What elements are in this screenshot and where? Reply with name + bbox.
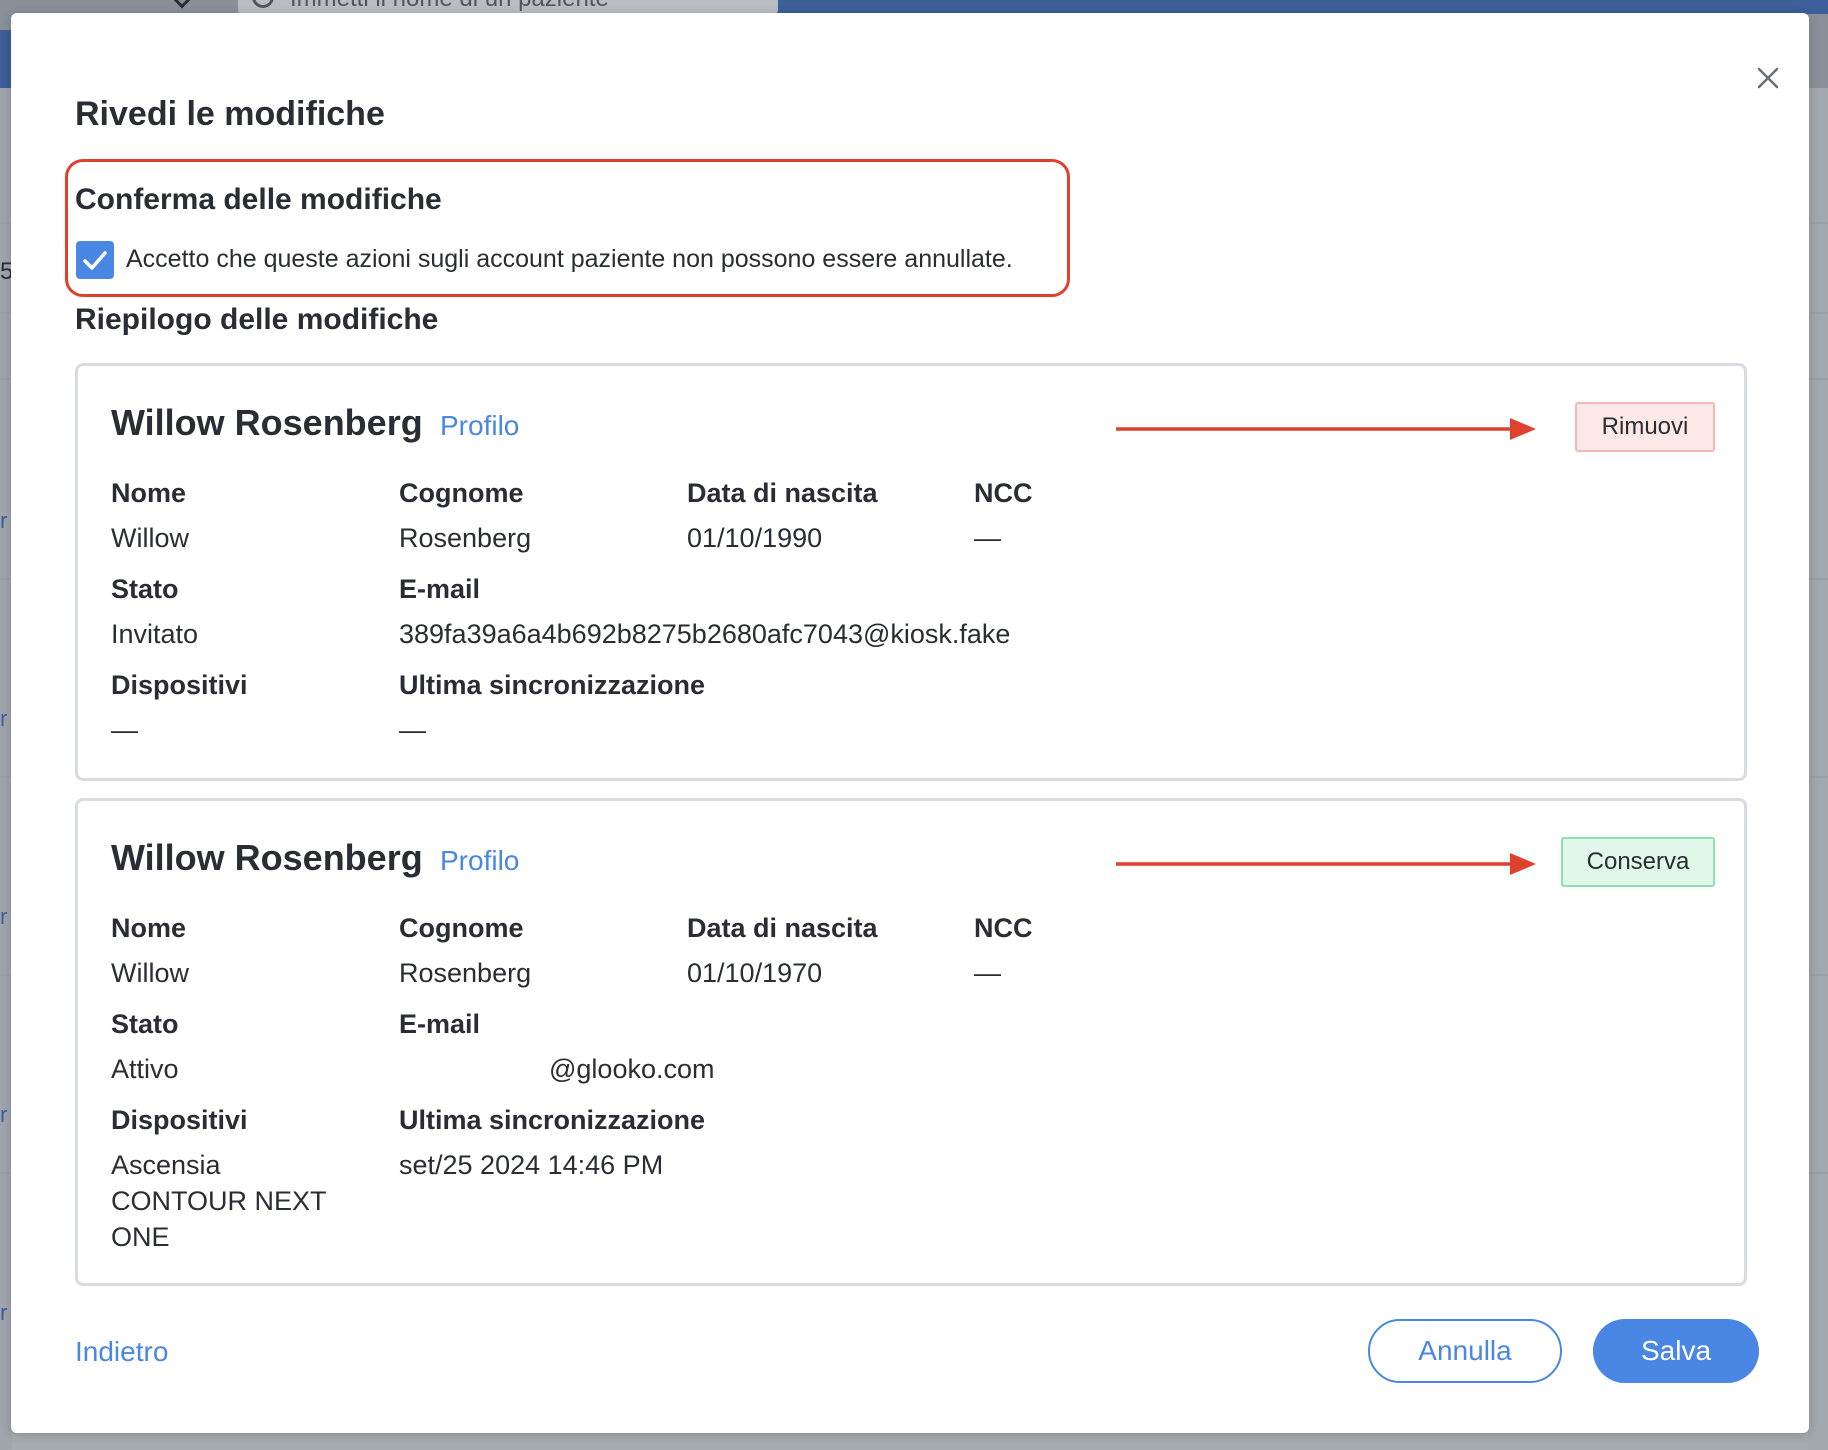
last-name-value: Rosenberg: [399, 523, 532, 553]
ncc-value: —: [974, 958, 1001, 988]
last-name-value: Rosenberg: [399, 958, 532, 988]
patient-name: Willow Rosenberg: [111, 837, 423, 878]
status-label: Stato: [111, 574, 179, 604]
email-label: E-mail: [399, 1009, 481, 1039]
annotation-arrow-icon: [1116, 416, 1536, 442]
email-value: @glooko.com: [549, 1054, 715, 1084]
profile-link[interactable]: Profilo: [440, 410, 519, 442]
last-sync-value: —: [399, 715, 426, 745]
background-header-strip: [777, 0, 1828, 14]
background-right-column: [1808, 88, 1828, 1450]
confirm-section-title: Conferma delle modifiche: [75, 183, 442, 216]
background-search-input: Immetti il nome di un paziente: [238, 0, 778, 14]
annotation-arrow-icon: [1116, 851, 1536, 877]
background-link-fragment: r: [0, 1102, 8, 1127]
first-name-value: Willow: [111, 958, 189, 988]
patient-name: Willow Rosenberg: [111, 402, 423, 443]
last-sync-label: Ultima sincronizzazione: [399, 670, 706, 700]
chevron-down-icon: [173, 0, 191, 9]
search-icon: [252, 0, 274, 8]
confirm-highlight-box: [65, 159, 1070, 297]
dialog-title: Rivedi le modifiche: [75, 95, 385, 133]
remove-button[interactable]: Rimuovi: [1575, 402, 1715, 452]
background-search-placeholder: Immetti il nome di un paziente: [290, 0, 609, 12]
close-icon: [1757, 67, 1779, 89]
last-sync-label: Ultima sincronizzazione: [399, 1105, 706, 1135]
close-button[interactable]: [1751, 61, 1785, 95]
background-link-fragment: r: [0, 508, 8, 533]
last-name-label: Cognome: [399, 478, 524, 508]
ncc-label: NCC: [974, 478, 1033, 508]
cancel-button[interactable]: Annulla: [1368, 1319, 1562, 1383]
summary-section-title: Riepilogo delle modifiche: [75, 303, 439, 336]
devices-label: Dispositivi: [111, 670, 248, 700]
status-value: Invitato: [111, 619, 199, 649]
patient-card-keep: Willow Rosenberg Profilo Conserva Nome C…: [75, 798, 1747, 1286]
profile-link[interactable]: Profilo: [440, 845, 519, 877]
email-value: 389fa39a6a4b692b8275b2680afc7043@kiosk.f…: [399, 619, 1011, 649]
last-sync-value: set/25 2024 14:46 PM: [399, 1150, 664, 1180]
devices-value: Ascensia CONTOUR NEXT ONE: [111, 1150, 327, 1252]
ncc-value: —: [974, 523, 1001, 553]
email-label: E-mail: [399, 574, 481, 604]
status-value: Attivo: [111, 1054, 179, 1084]
status-label: Stato: [111, 1009, 179, 1039]
background-link-fragment: r: [0, 904, 8, 929]
first-name-value: Willow: [111, 523, 189, 553]
dob-label: Data di nascita: [687, 913, 878, 943]
accept-checkbox[interactable]: [76, 241, 114, 279]
devices-label: Dispositivi: [111, 1105, 248, 1135]
ncc-label: NCC: [974, 913, 1033, 943]
devices-value: —: [111, 715, 138, 745]
background-link-fragment: r: [0, 706, 8, 731]
back-link[interactable]: Indietro: [75, 1336, 168, 1368]
patient-card-remove: Willow Rosenberg Profilo Rimuovi Nome Co…: [75, 363, 1747, 781]
dob-label: Data di nascita: [687, 478, 878, 508]
first-name-label: Nome: [111, 913, 187, 943]
first-name-label: Nome: [111, 478, 187, 508]
keep-button[interactable]: Conserva: [1561, 837, 1715, 887]
dob-value: 01/10/1970: [687, 958, 823, 988]
last-name-label: Cognome: [399, 913, 524, 943]
save-button[interactable]: Salva: [1593, 1319, 1759, 1383]
background-link-fragment: r: [0, 1300, 8, 1325]
review-changes-dialog: Rivedi le modifiche Conferma delle modif…: [11, 13, 1809, 1433]
dob-value: 01/10/1990: [687, 523, 823, 553]
accept-checkbox-label[interactable]: Accetto che queste azioni sugli account …: [126, 245, 1013, 274]
checkmark-icon: [83, 251, 107, 270]
